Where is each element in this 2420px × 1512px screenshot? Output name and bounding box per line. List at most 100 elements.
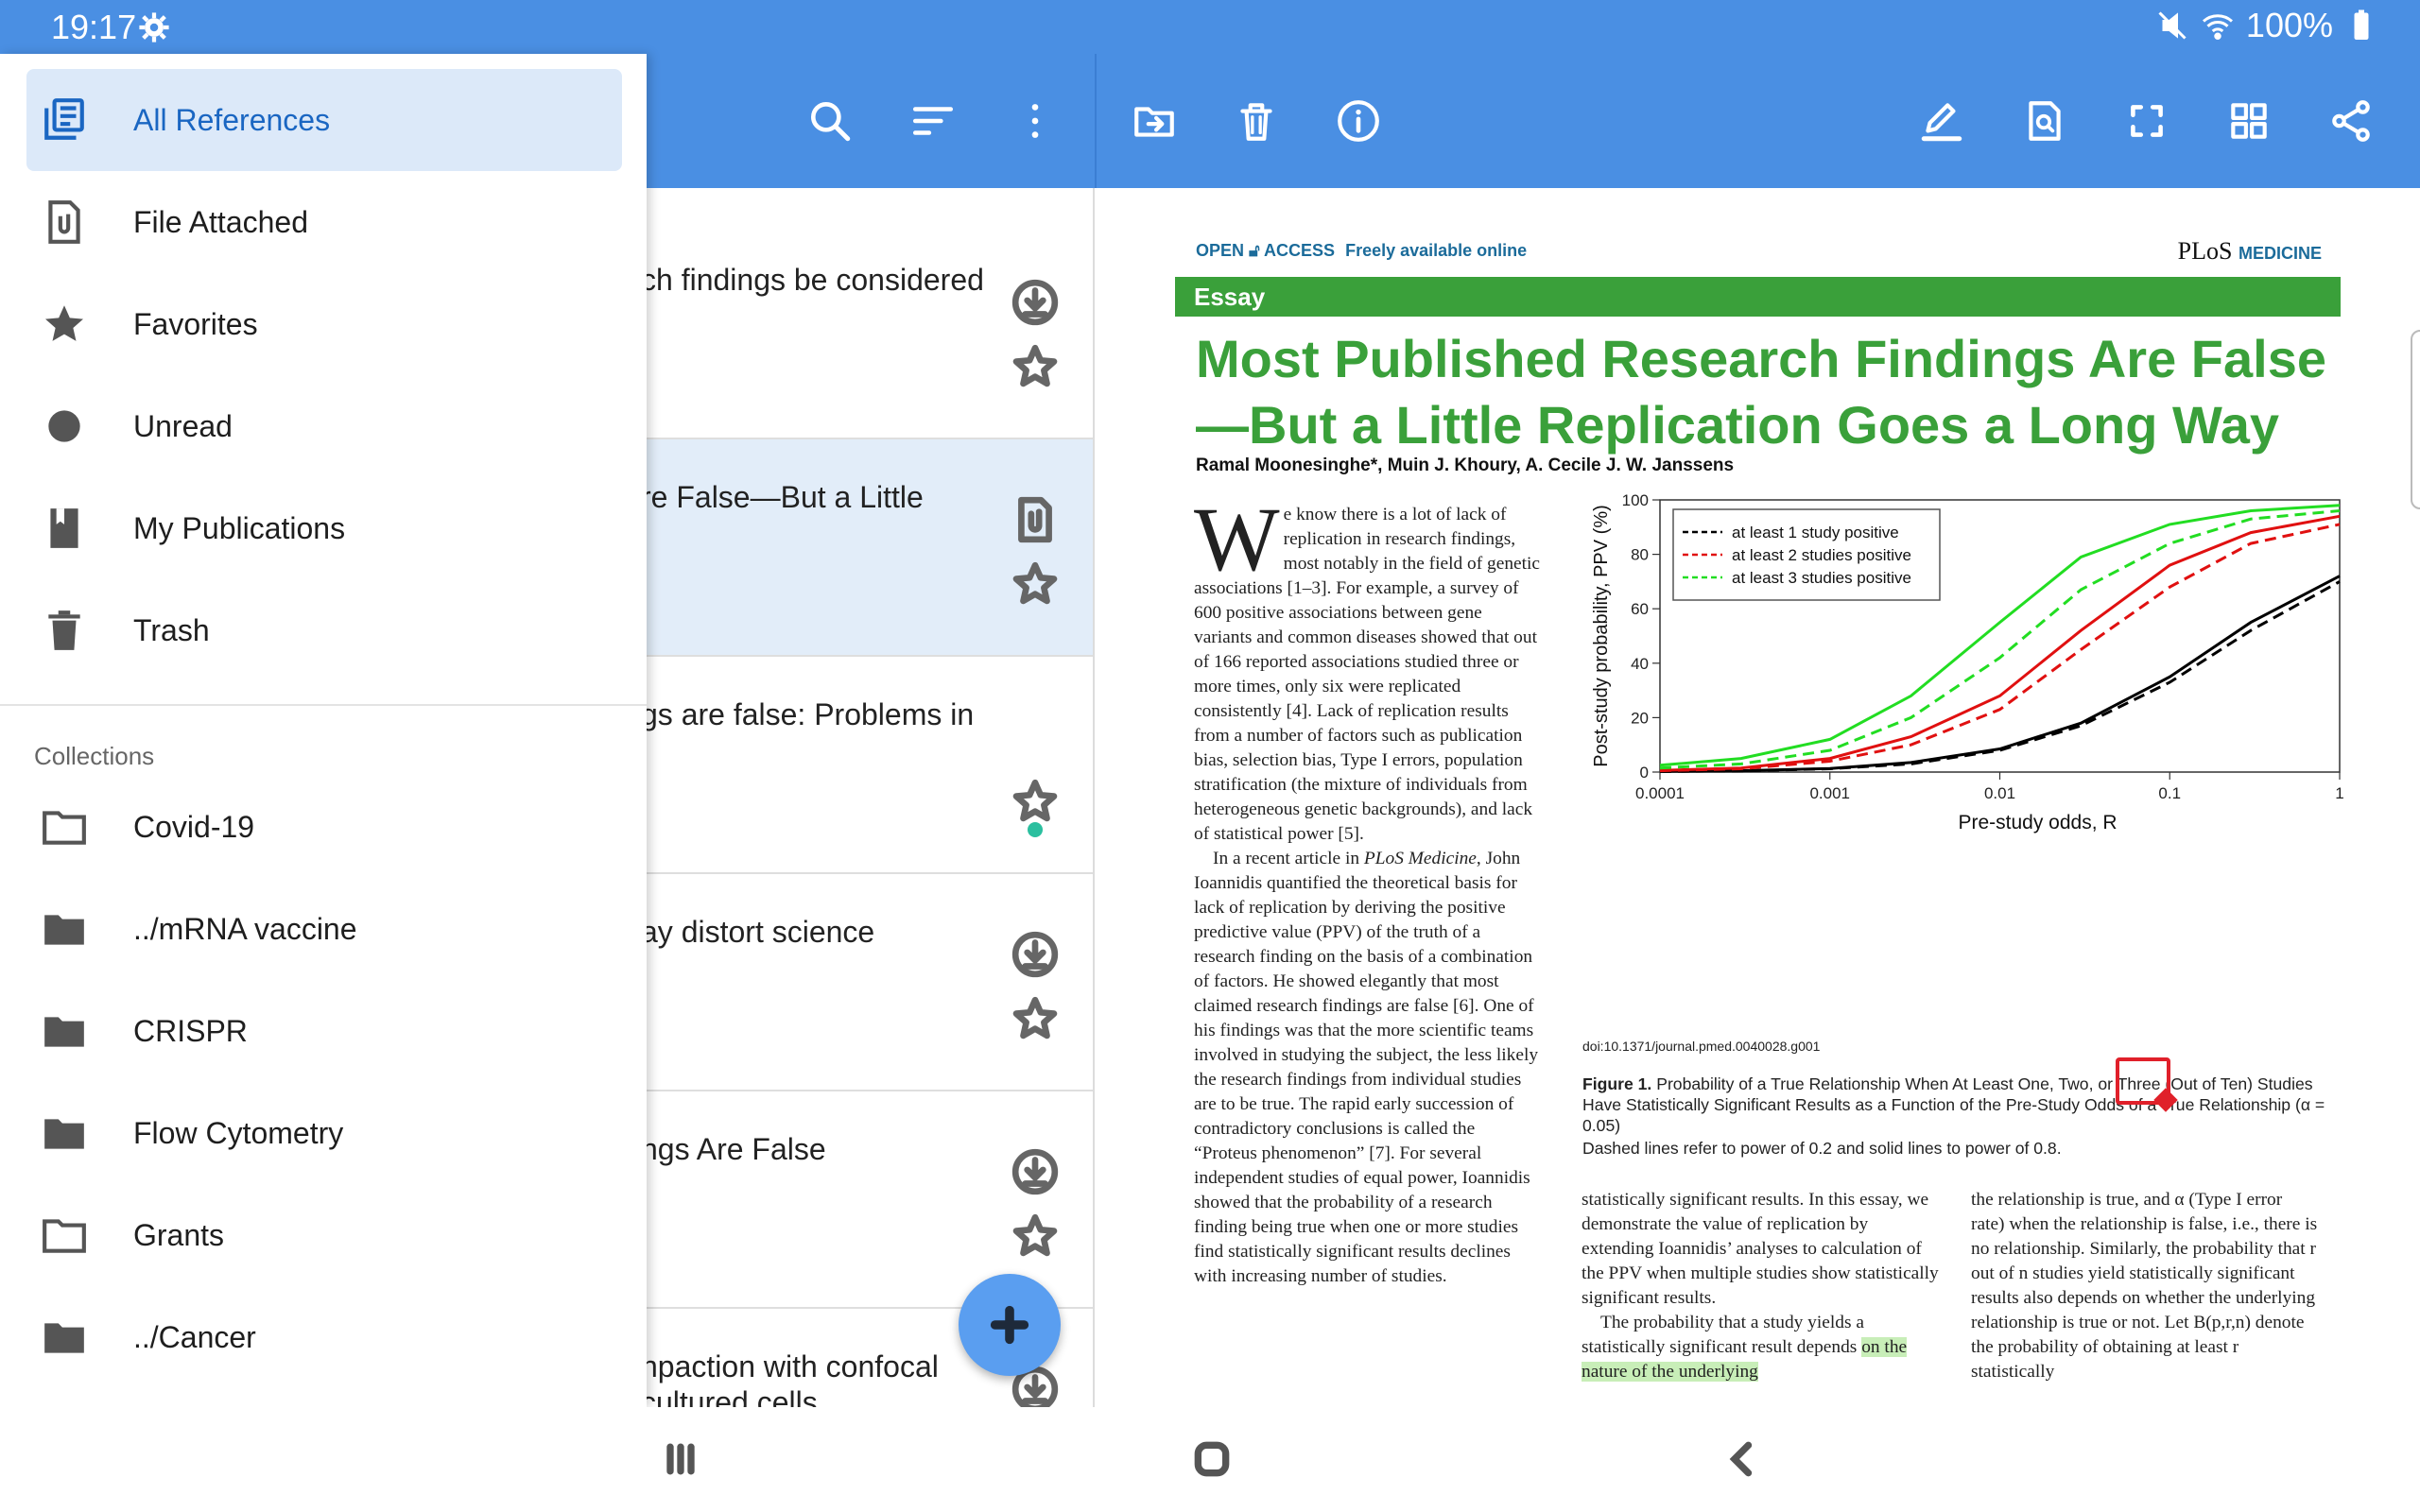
drawer-item-file-attached[interactable]: File Attached xyxy=(0,171,647,273)
drawer-item-label: Favorites xyxy=(133,306,258,341)
move-to-collection-button[interactable] xyxy=(1124,91,1184,151)
drawer-item-all-references[interactable]: All References xyxy=(26,69,622,171)
drawer-item-my-publications[interactable]: My Publications xyxy=(0,477,647,579)
status-bar: 19:17 100% xyxy=(0,0,2420,54)
info-button[interactable] xyxy=(1328,91,1389,151)
drawer-divider xyxy=(0,704,647,706)
star-outline-icon[interactable] xyxy=(1011,343,1059,390)
battery-icon xyxy=(2354,9,2369,40)
document-search-icon xyxy=(2029,101,2061,141)
recent-apps-button[interactable] xyxy=(643,1426,718,1492)
figure-doi: doi:10.1371/journal.pmed.0040028.g001 xyxy=(1582,1039,1821,1054)
mute-icon xyxy=(2158,11,2187,40)
figure-caption: Figure 1. Probability of a True Relation… xyxy=(1582,1074,2325,1135)
collection-label: CRISPR xyxy=(133,1013,248,1048)
section-banner: Essay xyxy=(1175,277,2341,317)
collection-label: ../mRNA vaccine xyxy=(133,911,357,946)
collection-crispr[interactable]: CRISPR xyxy=(0,980,647,1082)
thumbnails-button[interactable] xyxy=(2219,91,2279,151)
paper-authors: Ramal Moonesinghe*, Muin J. Khoury, A. C… xyxy=(1196,455,1735,475)
pdf-scrollbar[interactable] xyxy=(2411,330,2420,509)
folder-icon xyxy=(44,1119,84,1149)
figure-1-chart: 0 20 40 60 80 100 0.0001 0.001 0.01 0.1 1 Pre-study… xyxy=(1591,491,2344,833)
sort-icon xyxy=(912,107,954,135)
pdf-attached-icon[interactable] xyxy=(1011,496,1059,543)
fullscreen-button[interactable] xyxy=(2117,91,2177,151)
collection-label: Covid-19 xyxy=(133,809,255,844)
legend-label: at least 3 studies positive xyxy=(1732,569,1911,587)
reference-title: re False—But a Little xyxy=(641,480,924,514)
folder-outline-icon xyxy=(43,811,86,845)
folder-icon xyxy=(44,1017,84,1047)
body-column-2: statistically significant results. In th… xyxy=(1582,1190,1939,1382)
reference-title: gs are false: Problems in xyxy=(641,697,975,731)
download-icon[interactable] xyxy=(1011,931,1059,978)
drawer-item-label: File Attached xyxy=(133,204,308,239)
open-access-header: OPEN 🔓︎ ACCESS Freely available online xyxy=(1196,241,1528,260)
drawer-item-label: Unread xyxy=(133,408,233,443)
note-annotation[interactable] xyxy=(2116,1057,2170,1105)
open-lock-icon: 🔓︎ xyxy=(1249,241,1260,260)
folder-outline-icon xyxy=(43,1219,86,1253)
x-tick-label: 0.1 xyxy=(2158,784,2181,802)
drawer-item-label: All References xyxy=(133,102,331,137)
reference-title: npaction with confocal xyxy=(641,1349,939,1383)
home-button[interactable] xyxy=(1174,1426,1250,1492)
more-options-button[interactable] xyxy=(1005,91,1065,151)
folder-icon xyxy=(44,1323,84,1353)
y-tick-label: 100 xyxy=(1622,491,1649,509)
collection-covid-19[interactable]: Covid-19 xyxy=(0,776,647,878)
add-reference-fab[interactable] xyxy=(959,1274,1061,1376)
search-button[interactable] xyxy=(800,91,860,151)
x-axis-label: Pre-study odds, R xyxy=(1958,812,2117,833)
navigation-drawer: All References File Attached Favorites U… xyxy=(0,54,647,1407)
collection-grants[interactable]: Grants xyxy=(0,1184,647,1286)
annotate-button[interactable] xyxy=(1911,91,1972,151)
settings-gear-icon xyxy=(139,12,169,43)
drawer-item-label: My Publications xyxy=(133,510,346,545)
share-button[interactable] xyxy=(2321,91,2381,151)
drawer-item-unread[interactable]: Unread xyxy=(0,375,647,477)
battery-percent: 100% xyxy=(2245,6,2333,44)
series-line-dashed xyxy=(1659,580,2341,773)
star-outline-icon[interactable] xyxy=(1011,778,1059,825)
delete-button[interactable] xyxy=(1226,91,1287,151)
journal-logo: PLoS MEDICINE xyxy=(2177,237,2322,265)
search-icon xyxy=(811,102,851,142)
pdf-viewer[interactable]: OPEN 🔓︎ ACCESS Freely available online P… xyxy=(1097,188,2420,1407)
y-tick-label: 0 xyxy=(1640,764,1649,782)
collection-label: ../Cancer xyxy=(133,1319,256,1354)
star-outline-icon[interactable] xyxy=(1011,995,1059,1042)
paper-title: Most Published Research Findings Are Fal… xyxy=(1196,329,2326,455)
back-chevron-icon xyxy=(1729,1441,1753,1477)
y-tick-label: 40 xyxy=(1631,655,1649,673)
collection-label: Grants xyxy=(133,1217,225,1252)
status-time: 19:17 xyxy=(51,8,137,46)
collection-mrna-vaccine[interactable]: ../mRNA vaccine xyxy=(0,878,647,980)
y-tick-label: 80 xyxy=(1631,546,1649,564)
download-icon[interactable] xyxy=(1011,279,1059,326)
reference-title: ngs Are False xyxy=(641,1132,826,1166)
download-icon[interactable] xyxy=(1011,1148,1059,1195)
grid-view-icon xyxy=(2231,103,2267,139)
collection-flow-cytometry[interactable]: Flow Cytometry xyxy=(0,1082,647,1184)
collections-header: Collections xyxy=(34,742,155,770)
search-in-pdf-button[interactable] xyxy=(2014,91,2075,151)
star-outline-icon[interactable] xyxy=(1011,1212,1059,1260)
back-button[interactable] xyxy=(1705,1426,1781,1492)
system-navigation-bar xyxy=(0,1407,2420,1512)
folder-icon xyxy=(44,915,84,945)
body-column-1: We know there is a lot of lack of replic… xyxy=(1194,489,1541,1287)
library-icon xyxy=(44,98,84,140)
wifi-icon xyxy=(2202,14,2233,40)
sort-button[interactable] xyxy=(903,91,963,151)
star-outline-icon[interactable] xyxy=(1011,560,1059,608)
plus-icon xyxy=(990,1305,1029,1345)
collection-cancer[interactable]: ../Cancer xyxy=(0,1286,647,1388)
drop-cap: W xyxy=(1194,489,1280,590)
drawer-item-favorites[interactable]: Favorites xyxy=(0,273,647,375)
drawer-item-trash[interactable]: Trash xyxy=(0,579,647,681)
y-tick-label: 60 xyxy=(1631,600,1649,618)
x-tick-label: 0.01 xyxy=(1984,784,2015,802)
appbar-divider xyxy=(1095,54,1097,188)
